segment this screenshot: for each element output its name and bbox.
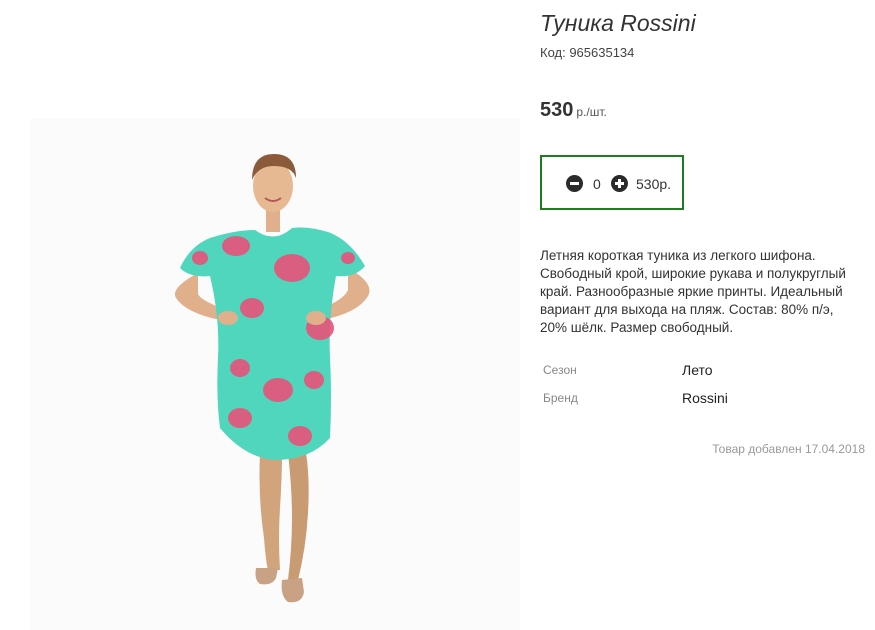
product-sku: Код: 965635134 <box>540 45 635 60</box>
description-line: вариант для выхода на пляж. Состав: 80% … <box>540 302 834 317</box>
property-value: Лето <box>682 362 713 378</box>
product-price: 530 р./шт. <box>540 99 607 122</box>
price-value: 530 <box>540 99 574 121</box>
property-row-season: Сезон Лето <box>543 362 863 390</box>
model-illustration <box>174 154 370 603</box>
product-properties: Сезон Лето Бренд Rossini <box>543 362 863 418</box>
product-page: Туника Rossini Код: 965635134 530 р./шт. … <box>0 0 875 630</box>
property-name: Бренд <box>543 391 578 405</box>
product-title: Туника Rossini <box>540 10 696 36</box>
description-line: 20% шёлк. Размер свободный. <box>540 320 734 335</box>
property-name: Сезон <box>543 363 577 377</box>
product-photo[interactable] <box>30 118 520 630</box>
date-added: Товар добавлен 17.04.2018 <box>712 442 865 456</box>
price-unit: р./шт. <box>576 105 607 119</box>
minus-circle-icon[interactable] <box>566 175 583 192</box>
cart-total: 530р. <box>636 176 672 192</box>
product-description: Летняя короткая туника из легкого шифона… <box>540 247 870 337</box>
description-line: Свободный крой, широкие рукава и полукру… <box>540 266 846 281</box>
quantity-selector: 0 530р. <box>540 155 684 210</box>
property-row-brand: Бренд Rossini <box>543 390 863 418</box>
tunic-shape <box>180 227 365 460</box>
property-value: Rossini <box>682 390 728 406</box>
quantity-value: 0 <box>593 176 601 192</box>
plus-circle-icon[interactable] <box>611 175 628 192</box>
description-line: край. Разнообразные яркие принты. Идеаль… <box>540 284 843 299</box>
description-line: Летняя короткая туника из легкого шифона… <box>540 248 816 263</box>
